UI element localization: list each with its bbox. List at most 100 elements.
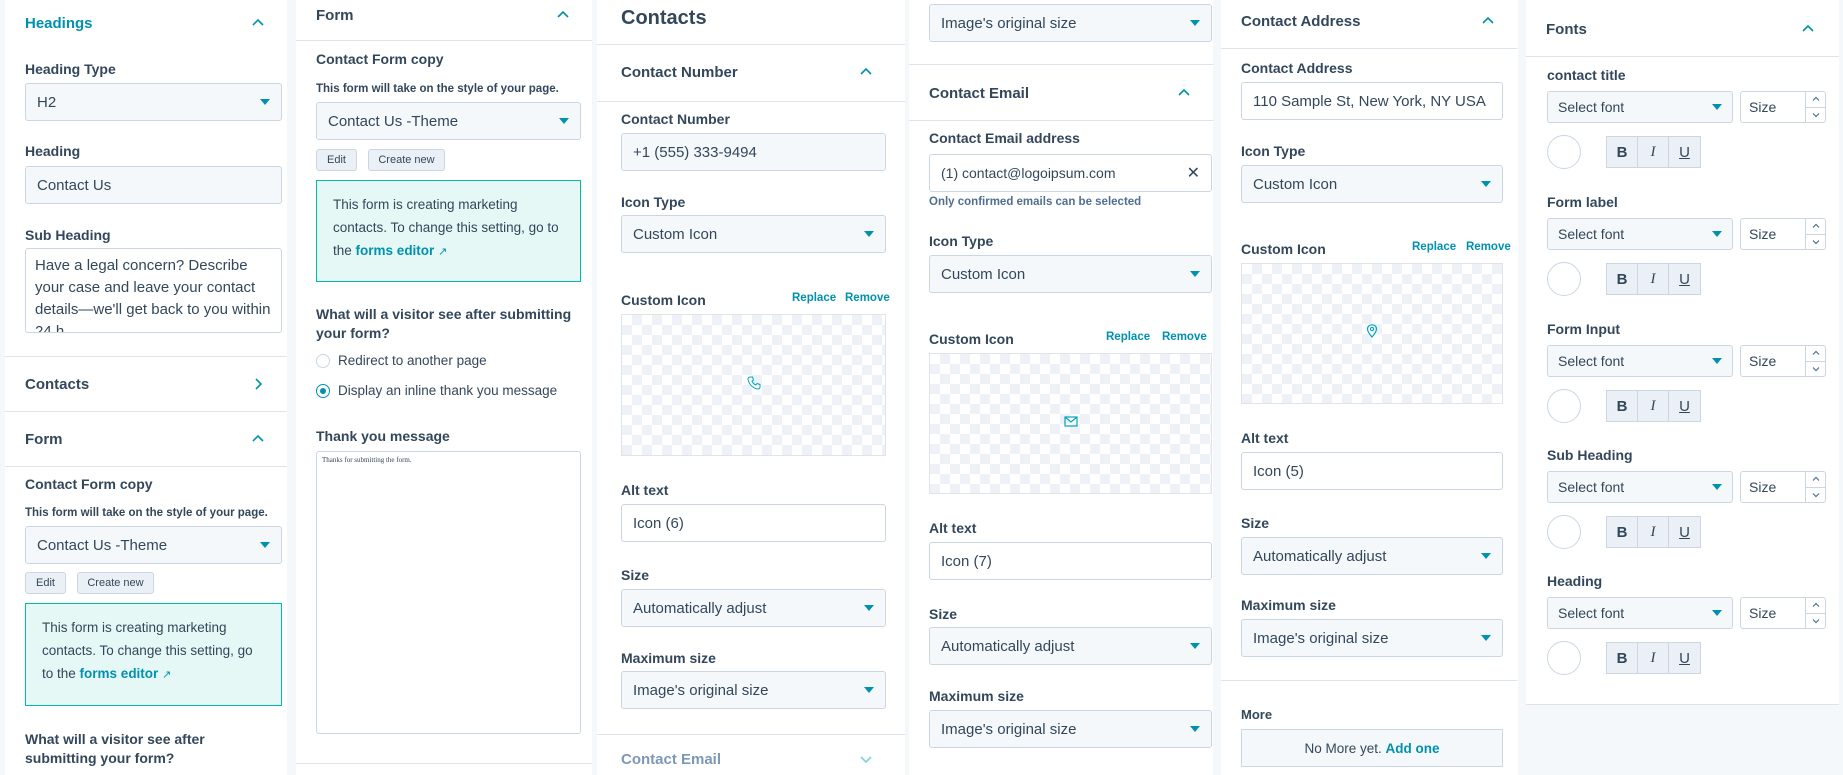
- replace-button[interactable]: Replace: [1106, 331, 1150, 343]
- underline-button[interactable]: U: [1669, 517, 1700, 547]
- maximum-size-select[interactable]: Image's original size: [1241, 619, 1503, 657]
- font-size-input[interactable]: Size: [1740, 91, 1826, 123]
- underline-button[interactable]: U: [1669, 643, 1700, 673]
- italic-button[interactable]: I: [1638, 643, 1669, 673]
- icon-preview[interactable]: [1241, 263, 1503, 404]
- color-swatch[interactable]: [1547, 389, 1581, 423]
- subheading-textarea[interactable]: Have a legal concern? Describe your case…: [25, 248, 282, 333]
- color-swatch[interactable]: [1547, 515, 1581, 549]
- size-select[interactable]: Automatically adjust: [1241, 537, 1503, 575]
- italic-button[interactable]: I: [1638, 517, 1669, 547]
- underline-button[interactable]: U: [1669, 137, 1700, 167]
- contact-email-section-header[interactable]: Contact Email: [601, 748, 895, 770]
- contact-address-input[interactable]: 110 Sample St, New York, NY USA: [1241, 82, 1503, 120]
- icon-preview[interactable]: [929, 353, 1212, 494]
- icon-type-select[interactable]: Custom Icon: [1241, 165, 1503, 203]
- italic-button[interactable]: I: [1638, 391, 1669, 421]
- font-size-input[interactable]: Size: [1740, 597, 1826, 629]
- select-font-dropdown[interactable]: Select font: [1547, 91, 1733, 123]
- color-swatch[interactable]: [1547, 135, 1581, 169]
- italic-button[interactable]: I: [1638, 137, 1669, 167]
- underline-button[interactable]: U: [1669, 264, 1700, 294]
- headings-section-header[interactable]: Headings: [5, 10, 287, 36]
- form-select[interactable]: Contact Us -Theme: [25, 526, 282, 564]
- color-swatch[interactable]: [1547, 262, 1581, 296]
- chevron-up-icon[interactable]: [1806, 219, 1825, 234]
- bold-button[interactable]: B: [1607, 517, 1638, 547]
- add-one-link[interactable]: Add one: [1386, 741, 1440, 756]
- replace-button[interactable]: Replace: [792, 292, 836, 304]
- chevron-down-icon[interactable]: [1806, 360, 1825, 377]
- select-font-dropdown[interactable]: Select font: [1547, 345, 1733, 377]
- create-new-button[interactable]: Create new: [77, 572, 154, 594]
- icon-type-select[interactable]: Custom Icon: [621, 215, 886, 253]
- forms-editor-link[interactable]: forms editor: [80, 666, 159, 681]
- thank-you-textarea[interactable]: Thanks for submitting the form.: [316, 451, 581, 734]
- alt-text-input[interactable]: Icon (6): [621, 504, 886, 542]
- heading-type-select[interactable]: H2: [25, 83, 282, 121]
- panel-fonts: Fonts contact title Select font Size B I U For…: [1522, 0, 1843, 775]
- form-section-header[interactable]: Form: [296, 2, 592, 28]
- fonts-section-header[interactable]: Fonts: [1526, 16, 1837, 42]
- chevron-up-icon[interactable]: [1806, 598, 1825, 613]
- chevron-down-icon[interactable]: [1806, 612, 1825, 629]
- chevron-down-icon[interactable]: [1806, 106, 1825, 123]
- form-section-header[interactable]: Form: [5, 426, 287, 452]
- size-stepper[interactable]: [1805, 346, 1825, 376]
- size-stepper[interactable]: [1805, 92, 1825, 122]
- bold-button[interactable]: B: [1607, 643, 1638, 673]
- size-stepper[interactable]: [1805, 219, 1825, 249]
- contact-email-section-header[interactable]: Contact Email: [909, 80, 1213, 106]
- maximum-size-select[interactable]: Image's original size: [621, 671, 886, 709]
- font-size-input[interactable]: Size: [1740, 471, 1826, 503]
- underline-button[interactable]: U: [1669, 391, 1700, 421]
- alt-text-input[interactable]: Icon (5): [1241, 452, 1503, 490]
- radio-redirect[interactable]: Redirect to another page: [316, 353, 487, 368]
- contact-number-input[interactable]: +1 (555) 333-9494: [621, 133, 886, 171]
- bold-button[interactable]: B: [1607, 137, 1638, 167]
- select-font-dropdown[interactable]: Select font: [1547, 471, 1733, 503]
- remove-button[interactable]: Remove: [1162, 331, 1207, 343]
- size-select[interactable]: Automatically adjust: [621, 589, 886, 627]
- font-size-input[interactable]: Size: [1740, 218, 1826, 250]
- bold-button[interactable]: B: [1607, 264, 1638, 294]
- alt-text-input[interactable]: Icon (7): [929, 542, 1212, 580]
- create-new-button[interactable]: Create new: [368, 149, 445, 171]
- contact-number-section-header[interactable]: Contact Number: [601, 59, 895, 85]
- icon-preview[interactable]: [621, 314, 886, 456]
- chevron-up-icon[interactable]: [1806, 472, 1825, 487]
- radio-button-selected[interactable]: [316, 383, 330, 398]
- chevron-down-icon[interactable]: [1806, 233, 1825, 250]
- maximum-size-select[interactable]: Image's original size: [929, 710, 1212, 748]
- email-address-select[interactable]: (1) contact@logoipsum.com ✕: [929, 154, 1212, 192]
- chevron-down-icon[interactable]: [1806, 486, 1825, 503]
- chevron-up-icon[interactable]: [1806, 346, 1825, 361]
- caret-down-icon: [1481, 553, 1491, 559]
- select-font-dropdown[interactable]: Select font: [1547, 218, 1733, 250]
- color-swatch[interactable]: [1547, 641, 1581, 675]
- bold-button[interactable]: B: [1607, 391, 1638, 421]
- size-stepper[interactable]: [1805, 598, 1825, 628]
- close-icon[interactable]: ✕: [1187, 163, 1200, 183]
- contact-address-section-header[interactable]: Contact Address: [1221, 8, 1517, 34]
- size-stepper[interactable]: [1805, 472, 1825, 502]
- edit-button[interactable]: Edit: [25, 572, 66, 594]
- chevron-up-icon[interactable]: [1806, 92, 1825, 107]
- remove-button[interactable]: Remove: [1466, 241, 1511, 253]
- contacts-section-header[interactable]: Contacts: [5, 371, 287, 397]
- heading-input[interactable]: Contact Us: [25, 166, 282, 204]
- remove-button[interactable]: Remove: [845, 292, 890, 304]
- forms-editor-link[interactable]: forms editor: [356, 243, 435, 258]
- font-size-input[interactable]: Size: [1740, 345, 1826, 377]
- radio-inline-message[interactable]: Display an inline thank you message: [316, 383, 557, 398]
- more-label: More: [1241, 707, 1273, 722]
- select-font-dropdown[interactable]: Select font: [1547, 597, 1733, 629]
- radio-button[interactable]: [316, 353, 330, 368]
- maximum-size-select[interactable]: Image's original size: [929, 4, 1212, 42]
- edit-button[interactable]: Edit: [316, 149, 357, 171]
- icon-type-select[interactable]: Custom Icon: [929, 255, 1212, 293]
- italic-button[interactable]: I: [1638, 264, 1669, 294]
- form-select[interactable]: Contact Us -Theme: [316, 102, 581, 140]
- size-select[interactable]: Automatically adjust: [929, 627, 1212, 665]
- replace-button[interactable]: Replace: [1412, 241, 1456, 253]
